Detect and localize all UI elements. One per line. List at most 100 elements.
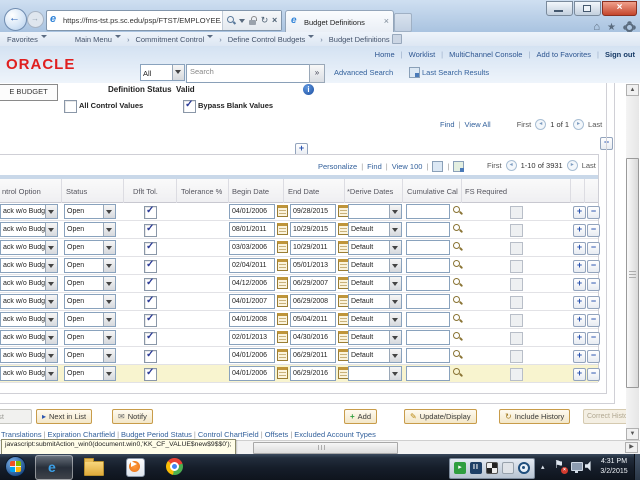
notify-button[interactable]: ✉ Notify <box>112 409 153 424</box>
derive-dates-select[interactable]: Default <box>348 348 402 363</box>
end-date-input[interactable]: 06/29/2016 <box>290 366 336 381</box>
add-row-button[interactable] <box>573 314 586 327</box>
delete-row-button[interactable] <box>587 206 600 219</box>
add-row-button[interactable] <box>573 332 586 345</box>
include-history-button[interactable]: ↻ Include History <box>499 409 570 424</box>
derive-dates-select[interactable]: Default <box>348 276 402 291</box>
next-rows-icon[interactable]: ▸ <box>567 160 578 171</box>
control-option-select[interactable]: ack w/o Budg <box>0 294 58 309</box>
cumulative-cal-input[interactable] <box>406 240 450 255</box>
last-search-results-link[interactable]: Last Search Results <box>422 68 489 77</box>
taskbar-clock[interactable]: 4:31 PM 3/2/2015 <box>596 457 632 477</box>
dflt-tol-checkbox[interactable] <box>144 314 157 327</box>
calendar-icon[interactable] <box>277 259 288 271</box>
view-100-link[interactable]: View 100 <box>392 162 423 171</box>
end-date-input[interactable]: 09/28/2015 <box>290 204 336 219</box>
derive-dates-select[interactable] <box>348 204 402 219</box>
dropdown-arrow-icon[interactable] <box>45 349 57 362</box>
search-icon[interactable] <box>227 16 236 25</box>
begin-date-input[interactable]: 04/01/2006 <box>229 366 275 381</box>
add-row-button[interactable] <box>573 350 586 363</box>
delete-row-button[interactable] <box>587 368 600 381</box>
vertical-scrollbar[interactable]: ▲ ▼ <box>626 84 639 440</box>
begin-date-input[interactable]: 04/01/2006 <box>229 204 275 219</box>
derive-dates-select[interactable]: Default <box>348 312 402 327</box>
dropdown-arrow-icon[interactable] <box>103 331 115 344</box>
lookup-icon[interactable] <box>452 313 463 325</box>
begin-date-input[interactable]: 04/01/2008 <box>229 312 275 327</box>
tab-title[interactable]: Budget Definitions <box>304 18 365 27</box>
tray-remote-icon[interactable]: ▸ <box>454 462 466 474</box>
explorer-icon[interactable] <box>84 461 104 476</box>
control-option-select[interactable]: ack w/o Budg <box>0 240 58 255</box>
dropdown-arrow-icon[interactable] <box>389 331 401 344</box>
address-bar[interactable]: e https://fms-tst.ps.sc.edu/psp/FTST/EMP… <box>46 10 282 31</box>
cumulative-cal-input[interactable] <box>406 222 450 237</box>
cumulative-cal-input[interactable] <box>406 348 450 363</box>
cumulative-cal-input[interactable] <box>406 330 450 345</box>
back-button[interactable] <box>4 8 27 31</box>
add-row-button[interactable] <box>573 296 586 309</box>
derive-dates-select[interactable]: Default <box>348 240 402 255</box>
dflt-tol-checkbox[interactable] <box>144 368 157 381</box>
lookup-icon[interactable] <box>452 241 463 253</box>
dropdown-arrow-icon[interactable] <box>389 313 401 326</box>
related-link[interactable]: Control ChartField <box>198 430 259 439</box>
dropdown-arrow-icon[interactable] <box>45 241 57 254</box>
begin-date-input[interactable]: 04/01/2006 <box>229 348 275 363</box>
control-option-select[interactable]: ack w/o Budg <box>0 348 58 363</box>
header-link[interactable]: Add to Favorites <box>536 50 591 59</box>
lookup-icon[interactable] <box>452 367 463 379</box>
scroll-up-icon[interactable]: ▲ <box>626 84 639 96</box>
new-tab-button[interactable] <box>394 13 412 32</box>
media-player-icon[interactable] <box>126 458 145 477</box>
search-go-button[interactable]: » <box>309 64 325 83</box>
speaker-icon[interactable] <box>585 461 594 471</box>
status-select[interactable]: Open <box>64 312 116 327</box>
next-page-icon[interactable]: ▸ <box>573 119 584 130</box>
dflt-tol-checkbox[interactable] <box>144 332 157 345</box>
dropdown-arrow-icon[interactable] <box>45 205 57 218</box>
control-option-select[interactable]: ack w/o Budg <box>0 366 58 381</box>
download-grid-icon[interactable] <box>453 161 464 172</box>
status-select[interactable]: Open <box>64 330 116 345</box>
dflt-tol-checkbox[interactable] <box>144 350 157 363</box>
dropdown-arrow-icon[interactable] <box>389 367 401 380</box>
restore-button[interactable] <box>574 1 601 16</box>
next-in-list-button[interactable]: ▸ Next in List <box>36 409 92 424</box>
end-date-input[interactable]: 10/29/2011 <box>290 240 336 255</box>
start-button[interactable] <box>5 456 26 477</box>
lookup-icon[interactable] <box>452 259 463 271</box>
dropdown-arrow-icon[interactable] <box>45 223 57 236</box>
related-link[interactable]: Budget Period Status <box>121 430 192 439</box>
calendar-icon[interactable] <box>277 349 288 361</box>
control-option-select[interactable]: ack w/o Budg <box>0 258 58 273</box>
header-link[interactable]: Sign out <box>605 50 635 59</box>
end-date-input[interactable]: 05/01/2013 <box>290 258 336 273</box>
add-row-button[interactable] <box>573 260 586 273</box>
network-icon[interactable] <box>571 462 583 471</box>
calendar-icon[interactable] <box>277 331 288 343</box>
delete-row-button[interactable] <box>587 242 600 255</box>
dflt-tol-checkbox[interactable] <box>144 224 157 237</box>
stop-icon[interactable]: × <box>272 16 277 25</box>
end-date-input[interactable]: 05/04/2011 <box>290 312 336 327</box>
breadcrumb-item[interactable]: Main Menu <box>75 35 121 44</box>
browser-tab[interactable]: e Budget Definitions × <box>285 10 394 33</box>
cumulative-cal-input[interactable] <box>406 294 450 309</box>
dropdown-arrow-icon[interactable] <box>45 331 57 344</box>
dflt-tol-checkbox[interactable] <box>144 296 157 309</box>
dropdown-arrow-icon[interactable] <box>103 205 115 218</box>
dflt-tol-checkbox[interactable] <box>144 278 157 291</box>
dropdown-arrow-icon[interactable] <box>389 349 401 362</box>
search-scope-select[interactable]: All <box>140 64 185 81</box>
tray-checkered-icon[interactable] <box>486 462 498 474</box>
cumulative-cal-input[interactable] <box>406 258 450 273</box>
scroll-right-icon[interactable]: ▶ <box>625 442 638 453</box>
status-select[interactable]: Open <box>64 366 116 381</box>
close-button[interactable] <box>602 1 637 16</box>
add-row-button[interactable] <box>573 224 586 237</box>
dflt-tol-checkbox[interactable] <box>144 260 157 273</box>
delete-row-button[interactable] <box>587 296 600 309</box>
begin-date-input[interactable]: 02/04/2011 <box>229 258 275 273</box>
